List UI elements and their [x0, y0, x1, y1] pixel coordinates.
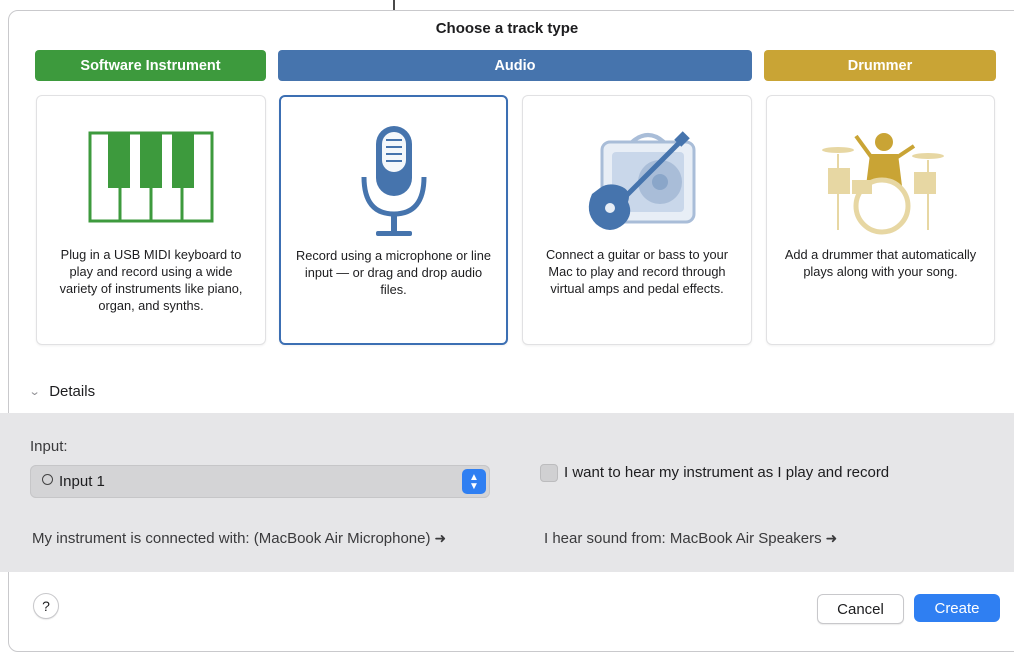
card-description: Add a drummer that automatically plays a…	[784, 247, 977, 279]
input-select-value: Input 1	[42, 473, 105, 490]
input-value-text: Input 1	[59, 473, 105, 490]
chevron-down-icon: ⌄	[28, 386, 41, 398]
microphone-icon	[281, 117, 506, 247]
card-audio-guitar[interactable]: Connect a guitar or bass to your Mac to …	[522, 95, 752, 345]
piano-keyboard-icon	[37, 116, 265, 246]
card-description: Connect a guitar or bass to your Mac to …	[545, 247, 729, 296]
category-audio[interactable]: Audio	[278, 50, 752, 81]
dialog-title: Choose a track type	[435, 20, 579, 37]
input-select[interactable]: Input 1 ▲ ▼	[30, 465, 490, 498]
input-label: Input:	[30, 438, 68, 455]
details-disclosure[interactable]: ⌄ Details	[28, 383, 96, 400]
help-button[interactable]: ?	[33, 593, 59, 619]
cancel-button[interactable]: Cancel	[817, 594, 904, 624]
connected-with-label: My instrument is connected with: (MacBoo…	[32, 530, 431, 547]
select-stepper-icon[interactable]: ▲ ▼	[462, 469, 486, 494]
category-drummer[interactable]: Drummer	[764, 50, 996, 81]
arrow-circle-icon[interactable]: ➜	[826, 530, 838, 547]
hear-sound-text: I hear sound from: MacBook Air Speakers ➜	[544, 530, 837, 547]
radio-circle-icon	[42, 474, 53, 485]
guitar-amp-icon	[523, 116, 751, 246]
hear-sound-label: I hear sound from: MacBook Air Speakers	[544, 530, 822, 547]
details-label: Details	[49, 383, 96, 400]
create-button[interactable]: Create	[914, 594, 1000, 622]
card-audio-microphone[interactable]: Record using a microphone or line input …	[279, 95, 508, 345]
category-software-instrument[interactable]: Software Instrument	[35, 50, 266, 81]
connected-with-text: My instrument is connected with: (MacBoo…	[32, 530, 446, 547]
monitor-checkbox[interactable]	[540, 464, 558, 482]
card-software-instrument[interactable]: Plug in a USB MIDI keyboard to play and …	[36, 95, 266, 345]
card-drummer[interactable]: Add a drummer that automatically plays a…	[766, 95, 995, 345]
arrow-circle-icon[interactable]: ➜	[435, 530, 447, 547]
card-description: Plug in a USB MIDI keyboard to play and …	[59, 247, 243, 313]
card-description: Record using a microphone or line input …	[296, 248, 491, 297]
drummer-icon	[767, 116, 994, 246]
monitor-checkbox-label: I want to hear my instrument as I play a…	[564, 464, 890, 481]
